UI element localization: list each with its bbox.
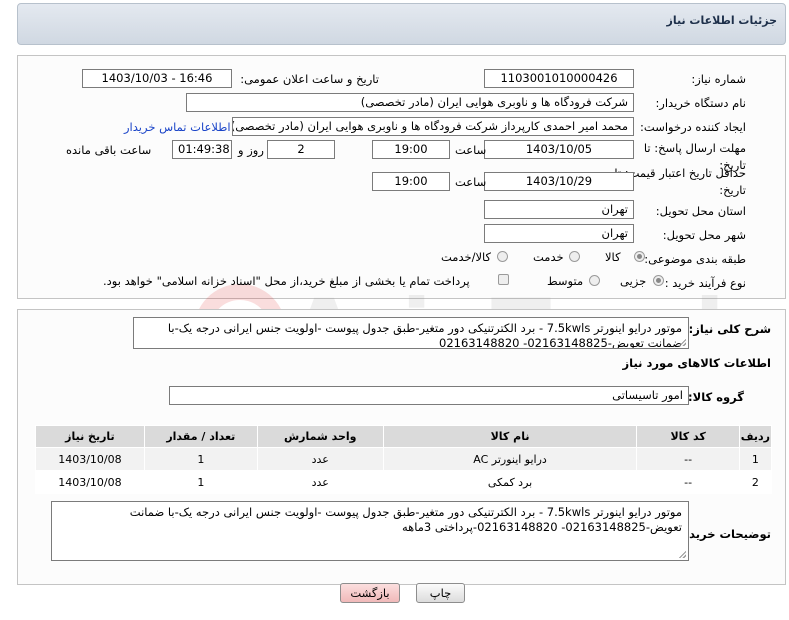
time-remaining-label: ساعت باقی مانده xyxy=(66,143,152,157)
province-label: استان محل تحویل: xyxy=(655,204,746,218)
category-radio-goods-service[interactable] xyxy=(497,251,508,262)
need-number-field: 1103001010000426 xyxy=(484,69,634,88)
row-name: درایو اینورتر AC xyxy=(382,447,638,471)
buyer-org-field: شرکت فرودگاه ها و ناوبری هوایی ایران (ما… xyxy=(186,93,634,112)
table-row[interactable]: 1 -- درایو اینورتر AC عدد 1 1403/10/08 xyxy=(35,447,773,471)
category-option-goods: کالا xyxy=(605,250,621,264)
purchase-radio-minor[interactable] xyxy=(653,275,664,286)
summary-textarea[interactable]: موتور درایو اینورتر 7.5kwls - برد الکترت… xyxy=(133,317,689,349)
table-header-row: ردیف کد کالا نام کالا واحد شمارش تعداد /… xyxy=(35,425,773,448)
days-remaining-field: 2 xyxy=(267,140,335,159)
row-index: 2 xyxy=(738,470,773,494)
creator-label: ایجاد کننده درخواست: xyxy=(640,120,746,134)
row-name: برد کمکی xyxy=(382,470,638,494)
treasury-payment-checkbox[interactable] xyxy=(498,274,509,285)
city-field: تهران xyxy=(484,224,634,243)
announce-datetime-field: 1403/10/03 - 16:46 xyxy=(82,69,232,88)
summary-label: شرح کلی نیاز: xyxy=(688,322,771,336)
col-unit: واحد شمارش xyxy=(256,425,384,448)
category-radio-goods[interactable] xyxy=(634,251,645,262)
table-row[interactable]: 2 -- برد کمکی عدد 1 1403/10/08 xyxy=(35,470,773,494)
announce-label: تاریخ و ساعت اعلان عمومی: xyxy=(240,72,379,86)
treasury-payment-note: پرداخت تمام یا بخشی از مبلغ خرید،از محل … xyxy=(103,274,470,288)
row-unit: عدد xyxy=(256,470,384,494)
resize-handle-icon[interactable] xyxy=(678,550,686,558)
buyer-notes-text: موتور درایو اینورتر 7.5kwls - برد الکترت… xyxy=(129,505,682,534)
col-code: کد کالا xyxy=(636,425,740,448)
print-button[interactable]: چاپ xyxy=(416,583,465,603)
row-qty: 1 xyxy=(143,447,258,471)
row-code: -- xyxy=(636,470,740,494)
province-field: تهران xyxy=(484,200,634,219)
purchase-option-medium: متوسط xyxy=(547,274,584,288)
category-radio-service[interactable] xyxy=(569,251,580,262)
need-number-label: شماره نیاز: xyxy=(691,72,746,86)
goods-group-field: امور تاسیساتی xyxy=(169,386,689,405)
goods-table: ردیف کد کالا نام کالا واحد شمارش تعداد /… xyxy=(35,425,773,494)
purchase-type-label: نوع فرآیند خرید : xyxy=(664,276,746,290)
purchase-option-minor: جزیی xyxy=(620,274,647,288)
goods-section-title: اطلاعات کالاهای مورد نیاز xyxy=(622,356,771,370)
row-code: -- xyxy=(636,447,740,471)
col-index: ردیف xyxy=(738,425,773,448)
category-option-goods-service: کالا/خدمت xyxy=(441,250,492,264)
buyer-notes-textarea[interactable]: موتور درایو اینورتر 7.5kwls - برد الکترت… xyxy=(51,501,689,561)
row-date: 1403/10/08 xyxy=(35,470,145,494)
col-qty: تعداد / مقدار xyxy=(143,425,258,448)
buyer-org-label: نام دستگاه خریدار: xyxy=(655,96,746,110)
price-time-field: 19:00 xyxy=(372,172,450,191)
purchase-radio-medium[interactable] xyxy=(589,275,600,286)
reply-time-field: 19:00 xyxy=(372,140,450,159)
price-time-label: ساعت xyxy=(455,175,487,189)
col-name: نام کالا xyxy=(382,425,638,448)
days-label: روز و xyxy=(238,143,264,157)
back-button[interactable]: بازگشت xyxy=(340,583,400,603)
time-remaining-field: 01:49:38 xyxy=(172,140,232,159)
page-title: جزئیات اطلاعات نیاز xyxy=(666,14,778,27)
row-index: 1 xyxy=(738,447,773,471)
row-date: 1403/10/08 xyxy=(35,447,145,471)
resize-handle-icon[interactable] xyxy=(678,338,686,346)
price-date-field: 1403/10/29 xyxy=(484,172,634,191)
creator-field: محمد امیر احمدی کارپرداز شرکت فرودگاه ها… xyxy=(232,117,634,136)
col-date: تاریخ نیاز xyxy=(35,425,145,448)
row-unit: عدد xyxy=(256,447,384,471)
category-option-service: خدمت xyxy=(533,250,564,264)
reply-date-field: 1403/10/05 xyxy=(484,140,634,159)
category-label: طبقه بندی موضوعی: xyxy=(644,252,746,266)
contact-info-link[interactable]: اطلاعات تماس خریدار xyxy=(124,120,231,134)
city-label: شهر محل تحویل: xyxy=(662,228,746,242)
goods-group-label: گروه کالا: xyxy=(688,390,744,404)
reply-time-label: ساعت xyxy=(455,143,487,157)
summary-text: موتور درایو اینورتر 7.5kwls - برد الکترت… xyxy=(167,321,682,349)
row-qty: 1 xyxy=(143,470,258,494)
